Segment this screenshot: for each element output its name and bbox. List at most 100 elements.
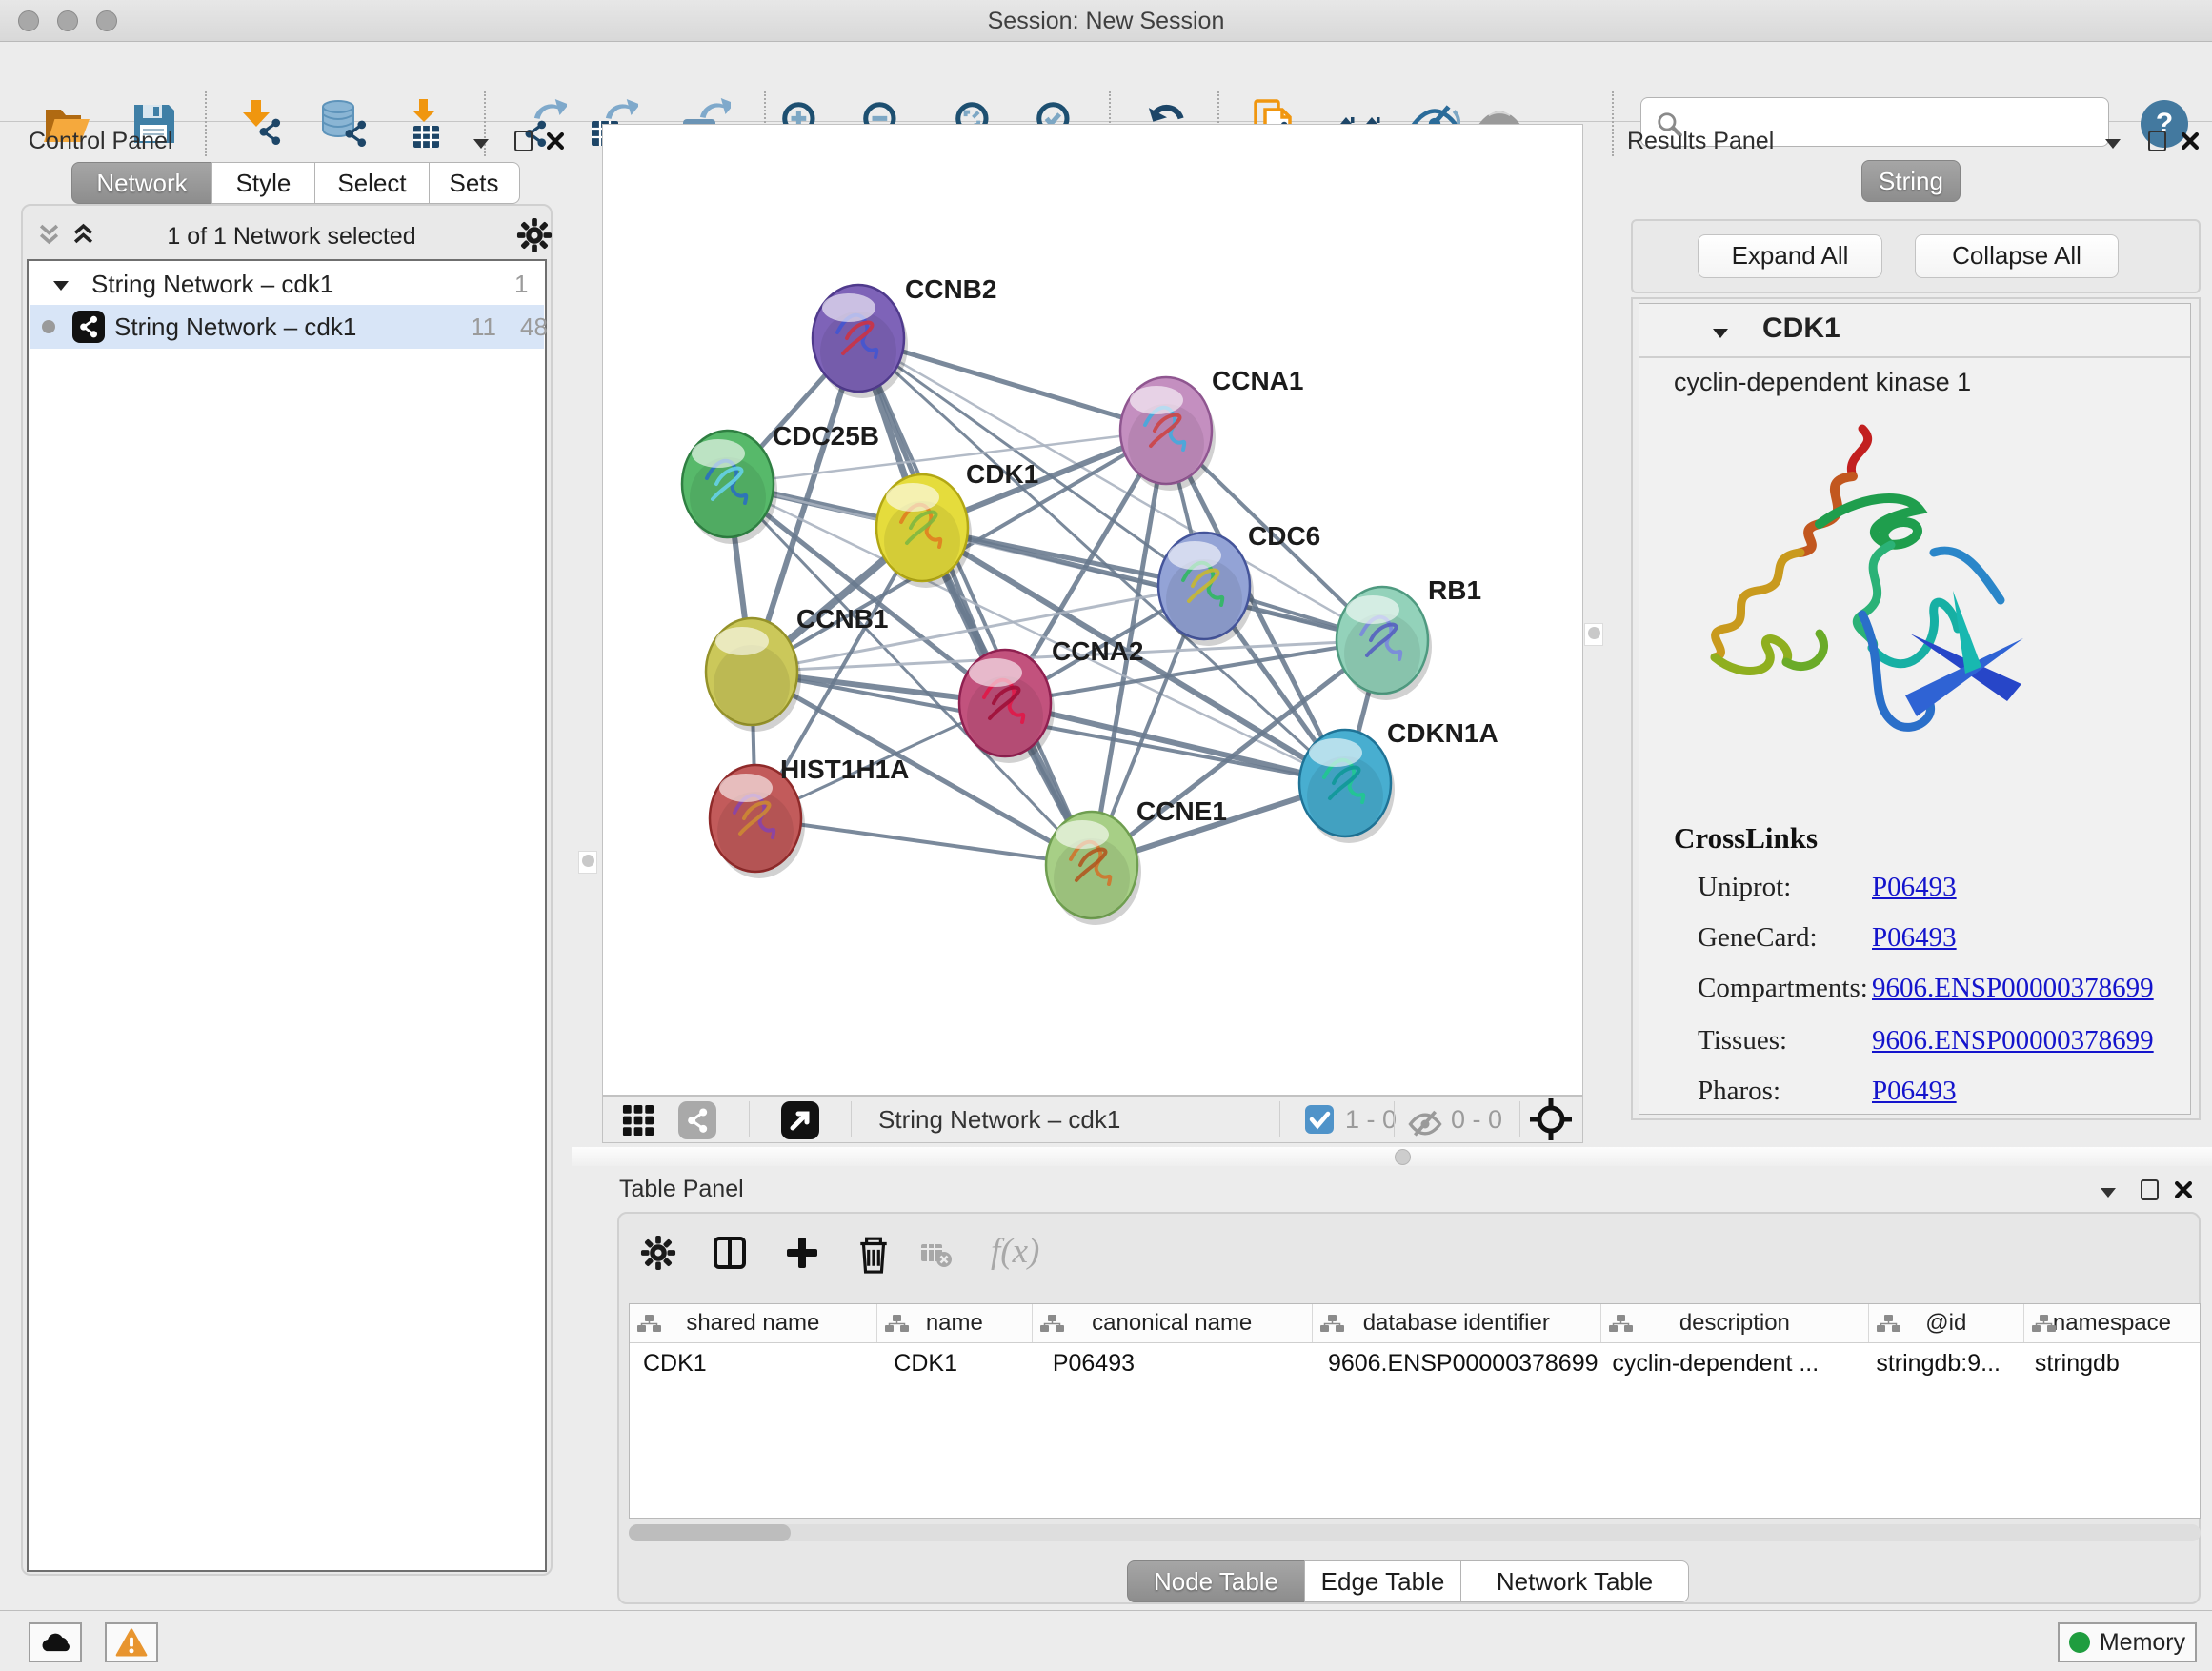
column-header[interactable]: name: [877, 1304, 1033, 1342]
status-separator: [851, 1101, 852, 1137]
tab-select[interactable]: Select: [314, 162, 430, 204]
tab-style[interactable]: Style: [211, 162, 316, 204]
crosslink-pharos-link[interactable]: P06493: [1872, 1076, 1957, 1107]
column-header[interactable]: namespace: [2024, 1304, 2200, 1342]
network-canvas-frame: CCNB2CCNA1CDC25BCDK1CDC6RB1CCNB1CCNA2CDK…: [602, 124, 1583, 1096]
network-edge[interactable]: [755, 818, 1092, 865]
birdseye-view-icon[interactable]: [781, 1101, 819, 1139]
network-edge[interactable]: [858, 338, 1092, 865]
network-node-cdkn1a[interactable]: [1299, 730, 1395, 843]
network-canvas[interactable]: CCNB2CCNA1CDC25BCDK1CDC6RB1CCNB1CCNA2CDK…: [603, 125, 1582, 1095]
network-options-gear-icon[interactable]: [516, 217, 553, 253]
memory-button[interactable]: Memory: [2058, 1622, 2197, 1662]
tab-network[interactable]: Network: [71, 162, 212, 204]
column-header[interactable]: description: [1601, 1304, 1869, 1342]
cell-database-identifier[interactable]: 9606.ENSP00000378699: [1315, 1343, 1599, 1383]
cell-shared-name[interactable]: CDK1: [630, 1343, 875, 1383]
node-label-ccnb1: CCNB1: [796, 604, 888, 634]
protein-structure-image: [1667, 400, 2058, 776]
import-network-from-database-icon[interactable]: [316, 98, 368, 150]
status-bar: [0, 1610, 2212, 1671]
control-panel-float-icon[interactable]: [514, 131, 533, 151]
import-table-icon[interactable]: [398, 98, 450, 150]
tab-edge-table[interactable]: Edge Table: [1304, 1560, 1462, 1602]
tree-child-edge-count: 48: [520, 305, 548, 349]
table-row[interactable]: CDK1 CDK1 P06493 9606.ENSP00000378699 cy…: [630, 1343, 2200, 1383]
network-node-ccnb2[interactable]: [813, 285, 908, 398]
crosslink-genecard-link[interactable]: P06493: [1872, 922, 1957, 954]
column-header[interactable]: database identifier: [1313, 1304, 1602, 1342]
table-hscrollbar-track[interactable]: [629, 1524, 2201, 1541]
add-column-icon[interactable]: [785, 1236, 819, 1270]
function-builder-icon: f(x): [991, 1231, 1039, 1272]
table-options-gear-icon[interactable]: [640, 1235, 676, 1271]
column-header[interactable]: shared name: [630, 1304, 877, 1342]
expand-all-button[interactable]: Expand All: [1698, 234, 1882, 278]
network-node-ccnb1[interactable]: [706, 618, 801, 732]
node-label-cdk1: CDK1: [966, 459, 1038, 489]
cell-id[interactable]: stringdb:9...: [1862, 1343, 2021, 1383]
crosslink-tissues-link[interactable]: 9606.ENSP00000378699: [1872, 1025, 2154, 1057]
tab-string[interactable]: String: [1861, 160, 1961, 202]
table-hscrollbar-thumb[interactable]: [629, 1524, 791, 1541]
tab-sets[interactable]: Sets: [429, 162, 520, 204]
results-panel-menu-icon[interactable]: [2105, 136, 2121, 146]
control-panel-close-icon[interactable]: [547, 132, 564, 150]
toolbar-separator: [205, 91, 207, 156]
crosslink-label: GeneCard:: [1698, 922, 1818, 954]
tree-child-label[interactable]: String Network – cdk1: [114, 305, 356, 349]
cell-name[interactable]: CDK1: [875, 1343, 1039, 1383]
results-panel-close-icon[interactable]: [2182, 132, 2199, 150]
cell-namespace[interactable]: stringdb: [2021, 1343, 2200, 1383]
column-header[interactable]: canonical name: [1033, 1304, 1313, 1342]
network-node-cdc6[interactable]: [1158, 533, 1254, 646]
automation-cloud-button[interactable]: [29, 1622, 82, 1662]
network-node-cdk1[interactable]: [876, 474, 972, 588]
tree-root-count: 1: [514, 263, 528, 305]
expand-all-networks-icon[interactable]: [72, 223, 94, 245]
crosshair-icon[interactable]: [1530, 1098, 1572, 1140]
node-label-rb1: RB1: [1428, 575, 1481, 605]
title-bar: Session: New Session: [0, 0, 2212, 42]
grid-view-icon[interactable]: [621, 1103, 655, 1137]
delete-column-icon[interactable]: [855, 1235, 892, 1273]
column-header[interactable]: @id: [1869, 1304, 2024, 1342]
main-toolbar: ?: [0, 42, 2212, 122]
network-node-ccne1[interactable]: [1046, 812, 1141, 925]
horizontal-splitter[interactable]: [572, 1147, 2212, 1166]
control-panel-tabs: Network Style Select Sets: [71, 162, 520, 204]
node-label-cdc25b: CDC25B: [773, 421, 879, 451]
collapse-all-button[interactable]: Collapse All: [1915, 234, 2119, 278]
table-panel-close-icon[interactable]: [2175, 1181, 2192, 1198]
cdk1-collapse-icon[interactable]: [1713, 326, 1728, 335]
crosslink-uniprot-link[interactable]: P06493: [1872, 872, 1957, 903]
network-node-ccna1[interactable]: [1120, 377, 1216, 491]
table-panel-float-icon[interactable]: [2141, 1179, 2159, 1200]
result-gene-name[interactable]: CDK1: [1762, 312, 1840, 345]
crosslink-compartments-link[interactable]: 9606.ENSP00000378699: [1872, 973, 2154, 1004]
status-separator: [1394, 1101, 1395, 1137]
tab-node-table[interactable]: Node Table: [1127, 1560, 1305, 1602]
results-panel-float-icon[interactable]: [2148, 131, 2166, 151]
node-label-cdkn1a: CDKN1A: [1387, 718, 1498, 748]
node-label-hist1h1a: HIST1H1A: [780, 755, 909, 784]
table-panel-menu-icon[interactable]: [2101, 1185, 2116, 1195]
tab-network-table[interactable]: Network Table: [1460, 1560, 1689, 1602]
show-columns-icon[interactable]: [713, 1236, 747, 1270]
cell-description[interactable]: cyclin-dependent ...: [1599, 1343, 1862, 1383]
collapse-all-networks-icon[interactable]: [38, 223, 60, 245]
table-header-row: shared name name canonical name database…: [630, 1304, 2200, 1343]
status-separator: [749, 1101, 750, 1137]
control-panel-menu-icon[interactable]: [473, 136, 489, 146]
network-node-rb1[interactable]: [1337, 587, 1432, 700]
cell-canonical-name[interactable]: P06493: [1039, 1343, 1315, 1383]
selected-checkbox-icon[interactable]: [1305, 1105, 1334, 1134]
network-view-type-icon[interactable]: [678, 1101, 716, 1139]
hidden-eye-icon[interactable]: [1408, 1107, 1442, 1136]
tree-expand-icon[interactable]: [53, 278, 69, 288]
import-network-icon[interactable]: [232, 98, 284, 150]
tree-root-label[interactable]: String Network – cdk1: [91, 263, 333, 305]
network-node-ccna2[interactable]: [959, 650, 1055, 763]
warnings-button[interactable]: [105, 1622, 158, 1662]
crosslink-label: Uniprot:: [1698, 872, 1791, 903]
